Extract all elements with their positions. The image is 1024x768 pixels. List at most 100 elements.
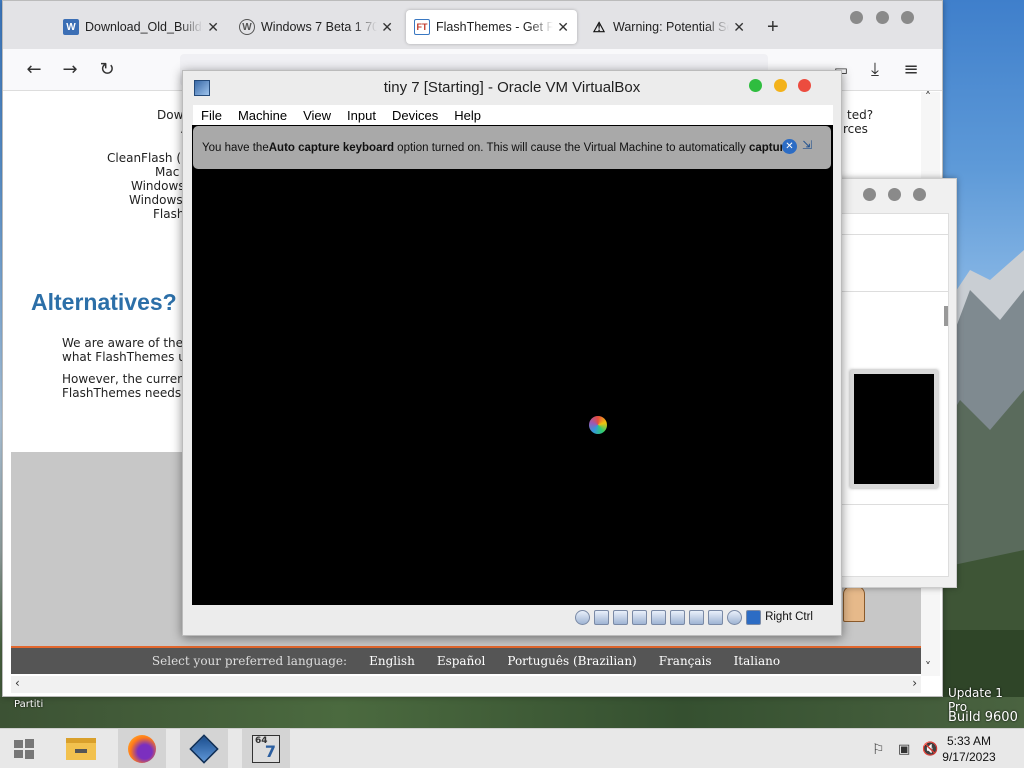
network-tray-icon[interactable]: ▣ <box>898 742 914 758</box>
notice-text: You have the <box>202 141 269 154</box>
clock-date: 9/17/2023 <box>942 750 996 764</box>
cpu-icon[interactable] <box>708 609 724 625</box>
auto-capture-notice: You have the Auto capture keyboard optio… <box>193 126 831 169</box>
mascot-figure <box>843 586 865 622</box>
usb-icon[interactable] <box>632 609 648 625</box>
windows-watermark-build: Build 9600 <box>948 710 1018 725</box>
flashthemes-favicon-icon: FT <box>414 19 430 35</box>
window-minimize-button[interactable] <box>850 11 863 24</box>
shared-folders-icon[interactable] <box>651 609 667 625</box>
alternatives-heading: Alternatives? <box>31 289 177 315</box>
downloads-icon[interactable]: ⤓ <box>864 59 886 81</box>
close-tab-icon[interactable]: ✕ <box>381 19 393 36</box>
network-icon[interactable] <box>613 609 629 625</box>
desktop-forest-strip <box>0 697 1024 728</box>
clock-time: 5:33 AM <box>946 734 992 748</box>
vm-status-bar: Right Ctrl <box>192 605 833 629</box>
page-text-fragment: rces <box>843 122 868 136</box>
start-button[interactable] <box>0 729 48 768</box>
menu-machine[interactable]: Machine <box>238 108 287 123</box>
tab-flashthemes[interactable]: FT FlashThemes - Get Fla ✕ <box>406 10 577 44</box>
tab-title: Warning: Potential Sec <box>613 20 730 34</box>
window-maximize-button[interactable] <box>888 188 901 201</box>
windows-logo-icon <box>14 739 34 759</box>
vm-display[interactable]: You have the Auto capture keyboard optio… <box>192 125 833 605</box>
window-maximize-button[interactable] <box>876 11 889 24</box>
audio-icon[interactable] <box>594 609 610 625</box>
tab-title: Windows 7 Beta 1 7000 <box>261 20 378 34</box>
back-icon[interactable]: ← <box>23 59 45 81</box>
paragraph-text: FlashThemes needs to <box>62 386 198 400</box>
tab-download-old-builds[interactable]: W Download_Old_Builds ✕ <box>55 10 227 44</box>
window-zoom-button[interactable] <box>749 79 762 92</box>
warning-icon: ⚠ <box>592 18 606 35</box>
page-text-fragment: ted? <box>847 108 874 122</box>
scroll-down-icon[interactable]: ˅ <box>925 660 931 674</box>
notice-text: option turned on. This will cause the Vi… <box>393 141 749 154</box>
taskbar-clock[interactable]: 5:33 AM 9/17/2023 <box>934 733 1004 765</box>
virtualbox-window: tiny 7 [Starting] - Oracle VM VirtualBox… <box>182 70 842 636</box>
vm-window-title: tiny 7 [Starting] - Oracle VM VirtualBox <box>383 79 641 96</box>
desktop-partition-text: Partiti <box>14 699 44 710</box>
virtualbox-icon <box>194 80 210 96</box>
display-icon[interactable] <box>670 609 686 625</box>
tab-windows-7-beta[interactable]: W Windows 7 Beta 1 7000 ✕ <box>231 10 401 44</box>
window-close-button[interactable] <box>798 79 811 92</box>
wordpress-icon: W <box>239 19 255 35</box>
tab-title: FlashThemes - Get Fla <box>436 20 554 34</box>
forward-icon[interactable]: → <box>59 59 81 81</box>
firefox-icon[interactable] <box>118 729 166 768</box>
keyboard-capture-status-icon[interactable] <box>746 609 762 625</box>
close-tab-icon[interactable]: ✕ <box>207 19 219 36</box>
menu-devices[interactable]: Devices <box>392 108 438 123</box>
menu-view[interactable]: View <box>303 108 331 123</box>
menu-help[interactable]: Help <box>454 108 481 123</box>
window-minimize-button[interactable] <box>774 79 787 92</box>
close-tab-icon[interactable]: ✕ <box>733 19 745 36</box>
window-minimize-button[interactable] <box>863 188 876 201</box>
close-notice-icon[interactable]: ✕ <box>782 139 797 154</box>
page-link-windows[interactable]: Windows <box>131 179 185 193</box>
window-close-button[interactable] <box>913 188 926 201</box>
paragraph-text: We are aware of the R <box>62 336 196 350</box>
notice-bold-text: Auto capture keyboard <box>268 141 394 154</box>
recording-icon[interactable] <box>689 609 705 625</box>
winver-64-7-icon[interactable]: 64 7 <box>242 729 290 768</box>
wiki-favicon-icon: W <box>63 19 79 35</box>
page-link-mac[interactable]: Mac <box>155 165 179 179</box>
keyboard-capture-icon: ⇲ <box>802 138 813 152</box>
tab-title: Download_Old_Builds <box>85 20 204 34</box>
optical-drive-icon[interactable] <box>575 609 591 625</box>
language-francais[interactable]: Français <box>659 654 712 668</box>
tab-warning[interactable]: ⚠ Warning: Potential Sec ✕ <box>583 10 753 44</box>
menu-icon[interactable]: ≡ <box>900 59 922 81</box>
action-center-flag-icon[interactable]: ⚐ <box>872 742 888 758</box>
scrollbar-thumb[interactable] <box>944 306 948 326</box>
background-window[interactable] <box>835 178 957 588</box>
mouse-integration-icon[interactable] <box>727 609 743 625</box>
language-portugues[interactable]: Português (Brazilian) <box>507 654 636 668</box>
scroll-up-icon[interactable]: ˄ <box>925 90 931 104</box>
language-english[interactable]: English <box>369 654 415 668</box>
language-italiano[interactable]: Italiano <box>734 654 781 668</box>
menu-file[interactable]: File <box>201 108 222 123</box>
page-link-windows[interactable]: Windows <box>129 193 183 207</box>
new-tab-button[interactable]: + <box>759 10 789 44</box>
file-explorer-icon[interactable] <box>57 729 105 768</box>
virtualbox-taskbar-icon[interactable] <box>180 729 228 768</box>
window-close-button[interactable] <box>901 11 914 24</box>
horizontal-scrollbar[interactable]: ‹ › <box>11 676 921 693</box>
paragraph-text: However, the current <box>62 372 190 386</box>
menu-input[interactable]: Input <box>347 108 376 123</box>
reload-icon[interactable]: ↻ <box>96 59 118 81</box>
host-key-label: Right Ctrl <box>765 611 813 623</box>
paragraph-text: what FlashThemes use <box>62 350 200 364</box>
language-espanol[interactable]: Español <box>437 654 486 668</box>
tab-strip: W Download_Old_Builds ✕ W Windows 7 Beta… <box>3 1 942 49</box>
language-bar: Select your preferred language: English … <box>11 646 921 674</box>
close-tab-icon[interactable]: ✕ <box>557 19 569 36</box>
scroll-right-icon[interactable]: › <box>912 676 917 690</box>
loading-spinner-icon <box>589 416 607 434</box>
scroll-left-icon[interactable]: ‹ <box>15 676 20 690</box>
language-prompt: Select your preferred language: <box>151 654 348 668</box>
